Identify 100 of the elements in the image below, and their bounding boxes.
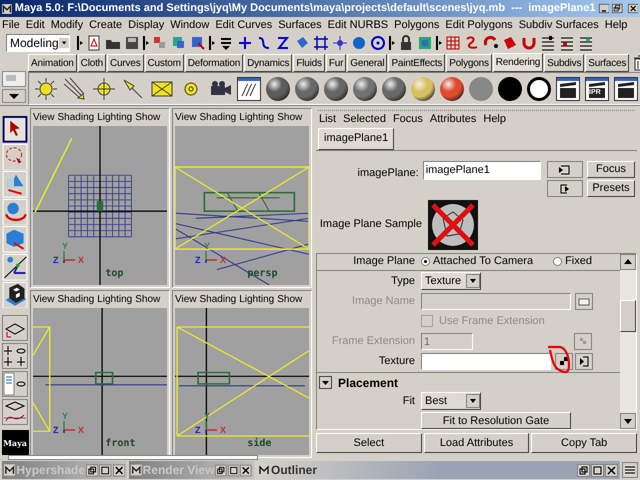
viewport-menu[interactable]: Shading	[58, 292, 94, 307]
lock-icon[interactable]	[398, 35, 414, 51]
manipulator-icon[interactable]	[2, 254, 28, 281]
viewport-menu[interactable]: Show	[277, 292, 302, 307]
shelf-tab[interactable]: General	[347, 54, 388, 72]
shelf-tab[interactable]: PaintEffects	[388, 54, 446, 72]
select-hierarchy-icon[interactable]	[152, 35, 168, 51]
radio-button[interactable]	[421, 257, 430, 266]
viewport-menu[interactable]: View	[33, 292, 54, 307]
tool-settings-icon[interactable]	[578, 35, 594, 51]
single-view-layout-icon[interactable]	[2, 315, 28, 342]
shader-sphere-icon[interactable]	[381, 76, 407, 102]
shader-sphere-icon[interactable]	[294, 76, 320, 102]
menu-item[interactable]: Help	[604, 16, 628, 34]
render-region-icon[interactable]	[417, 35, 433, 51]
editor-button[interactable]: Presets	[587, 180, 635, 197]
footer-button[interactable]: Copy Tab	[531, 432, 638, 453]
shelf-tab[interactable]: Polygons	[446, 54, 492, 72]
menu-item[interactable]: Focus	[392, 111, 423, 128]
plus-icon[interactable]	[237, 35, 253, 51]
input-connection-icon[interactable]	[547, 160, 583, 178]
folder-icon[interactable]	[575, 292, 593, 310]
viewport-menu[interactable]: Shading	[200, 110, 236, 125]
shelf-tab[interactable]: Cloth	[78, 54, 106, 72]
snap-curve-icon[interactable]	[275, 35, 291, 51]
menu-item[interactable]: Surfaces	[278, 16, 322, 34]
shelf-tab[interactable]: Fur	[326, 54, 346, 72]
checker-icon[interactable]	[574, 332, 592, 350]
viewport-menu[interactable]: View	[33, 110, 54, 125]
connect-icon[interactable]	[575, 352, 593, 370]
texture-window-icon[interactable]	[236, 76, 262, 102]
scroll-up-icon[interactable]	[620, 254, 636, 270]
shelf-tab[interactable]: Fluids	[293, 54, 325, 72]
render-grid-icon[interactable]	[445, 35, 461, 51]
checkered-cube-icon[interactable]	[2, 282, 28, 308]
shader-sphere-icon[interactable]	[323, 76, 349, 102]
viewport[interactable]: Y Z X top	[33, 126, 167, 285]
minimize-icon[interactable]	[598, 2, 610, 15]
menu-item[interactable]: Attributes	[430, 111, 476, 128]
output-connection-icon[interactable]	[547, 180, 583, 197]
menu-item[interactable]: List	[319, 111, 336, 128]
menu-item[interactable]: File	[2, 16, 20, 34]
viewport[interactable]: Y Z X front	[33, 308, 167, 455]
menu-item[interactable]: Display	[128, 16, 164, 34]
shelf-tab[interactable]: Curves	[107, 54, 144, 72]
command-field[interactable]	[8, 455, 258, 460]
ring-icon[interactable]	[526, 76, 552, 102]
maximize-icon[interactable]	[228, 464, 240, 476]
viewport-menu[interactable]: Shading	[200, 292, 236, 307]
viewport-menu[interactable]: Show	[135, 292, 160, 307]
list-icon[interactable]	[218, 35, 234, 51]
menu-item[interactable]: Help	[483, 111, 506, 128]
select-component-icon[interactable]	[190, 35, 206, 51]
menu-item[interactable]: Create	[89, 16, 122, 34]
menu-item[interactable]: Modify	[50, 16, 84, 34]
disc-icon[interactable]	[497, 76, 523, 102]
clapperboard-icon[interactable]	[613, 76, 639, 102]
radio-button[interactable]	[553, 257, 562, 266]
footer-button[interactable]: Load Attributes	[424, 432, 530, 453]
shader-sphere-icon[interactable]	[439, 76, 465, 102]
surface-icon[interactable]	[294, 35, 310, 51]
panel-layout-icon[interactable]	[622, 462, 638, 478]
dropdown[interactable]: Best	[421, 392, 481, 410]
crosshair-icon[interactable]	[91, 76, 117, 102]
four-view-layout-icon[interactable]	[2, 343, 28, 370]
viewport-menu[interactable]: Show	[135, 110, 160, 125]
shelf-tab[interactable]: Subdivs	[544, 54, 584, 72]
sphere-icon[interactable]	[351, 35, 367, 51]
menu-item[interactable]: Edit Curves	[215, 16, 272, 34]
scroll-down-icon[interactable]	[620, 412, 636, 429]
node-name-field[interactable]: imagePlane1	[422, 160, 541, 180]
scroll-thumb[interactable]	[620, 300, 636, 332]
outliner-persp-layout-icon[interactable]	[2, 371, 28, 398]
viewport-menu[interactable]: View	[175, 110, 196, 125]
shelf-tab[interactable]: Surfaces	[585, 54, 630, 72]
menu-item[interactable]: Selected	[343, 111, 386, 128]
maximize-icon[interactable]	[99, 464, 112, 476]
sun-icon[interactable]	[33, 76, 59, 102]
viewport-menu[interactable]: Show	[277, 110, 302, 125]
attribute-editor-icon[interactable]	[540, 35, 556, 51]
shader-sphere-icon[interactable]	[352, 76, 378, 102]
shelf-tab[interactable]: Rendering	[492, 53, 544, 72]
viewport-menu[interactable]: Lighting	[239, 292, 274, 307]
mode-dropdown[interactable]: Modeling	[6, 34, 70, 52]
shelf-tab[interactable]: Deformation	[184, 54, 244, 72]
persp-graph-layout-icon[interactable]	[2, 399, 28, 426]
new-document-icon[interactable]	[86, 35, 102, 51]
clapperboard-icon[interactable]	[555, 76, 581, 102]
maximize-icon[interactable]	[591, 464, 604, 476]
fit-button[interactable]: Fit to Resolution Gate	[421, 412, 571, 429]
restore-icon[interactable]	[612, 2, 623, 15]
close-icon[interactable]	[628, 2, 638, 15]
footer-button[interactable]: Select	[316, 432, 422, 453]
curve-icon[interactable]	[256, 35, 272, 51]
restore-icon[interactable]	[86, 464, 98, 476]
shader-sphere-icon[interactable]	[265, 76, 291, 102]
shader-sphere-icon[interactable]	[410, 76, 436, 102]
viewport-menu[interactable]: Lighting	[97, 110, 132, 125]
dropdown[interactable]: Texture	[421, 272, 481, 290]
scrollbar[interactable]	[620, 254, 636, 429]
